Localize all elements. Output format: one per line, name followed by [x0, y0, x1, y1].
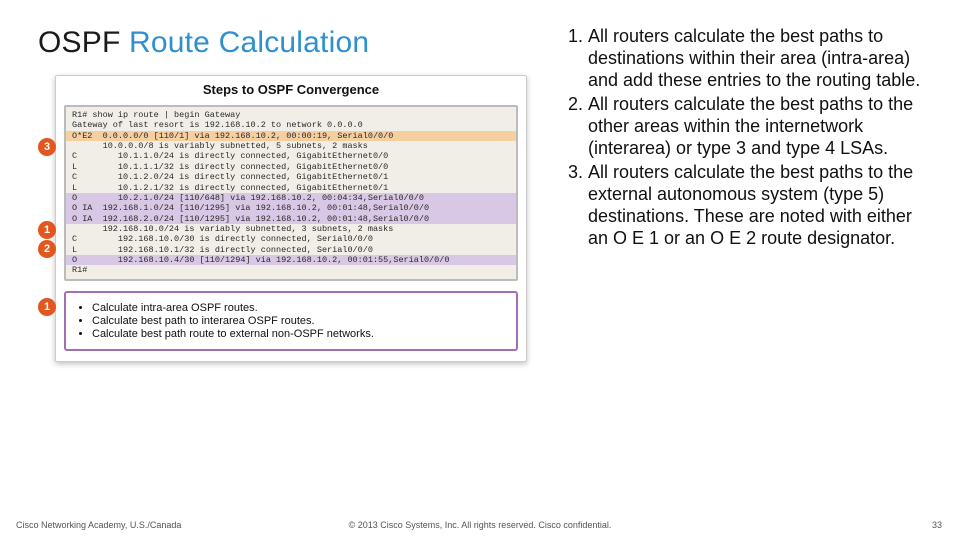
terminal-line: O IA 192.168.2.0/24 [110/1295] via 192.1… [66, 214, 516, 224]
terminal-line: O 192.168.10.4/30 [110/1294] via 192.168… [66, 255, 516, 265]
content-panel: Steps to OSPF Convergence R1# show ip ro… [55, 75, 527, 362]
terminal-line: L 192.168.10.1/32 is directly connected,… [66, 245, 516, 255]
footer-right: 33 [932, 520, 942, 530]
terminal-line: C 10.1.1.0/24 is directly connected, Gig… [66, 151, 516, 161]
step-item: All routers calculate the best paths to … [588, 162, 930, 250]
step-item: All routers calculate the best paths to … [588, 26, 930, 92]
terminal-line: 10.0.0.0/8 is variably subnetted, 5 subn… [66, 141, 516, 151]
title-dark: OSPF [38, 26, 129, 59]
steps-ol: All routers calculate the best paths to … [560, 26, 930, 250]
slide: OSPF Route Calculation Steps to OSPF Con… [0, 0, 960, 540]
terminal-output: R1# show ip route | begin GatewayGateway… [64, 105, 518, 281]
terminal-line: 192.168.10.0/24 is variably subnetted, 3… [66, 224, 516, 234]
step-badge: 1 [38, 221, 56, 239]
bullets-list: Calculate intra-area OSPF routes.Calcula… [76, 302, 506, 340]
terminal-line: O*E2 0.0.0.0/0 [110/1] via 192.168.10.2,… [66, 131, 516, 141]
terminal-line: L 10.1.1.1/32 is directly connected, Gig… [66, 162, 516, 172]
terminal-line: R1# [66, 265, 516, 275]
terminal-line: Gateway of last resort is 192.168.10.2 t… [66, 120, 516, 130]
step-badge: 2 [38, 240, 56, 258]
terminal-line: L 10.1.2.1/32 is directly connected, Gig… [66, 183, 516, 193]
terminal-line: R1# show ip route | begin Gateway [66, 110, 516, 120]
footer-mid: © 2013 Cisco Systems, Inc. All rights re… [0, 520, 960, 530]
terminal-line: O IA 192.168.1.0/24 [110/1295] via 192.1… [66, 203, 516, 213]
panel-header: Steps to OSPF Convergence [56, 76, 526, 105]
bullet-item: Calculate intra-area OSPF routes. [92, 302, 506, 314]
terminal-line: O 10.2.1.0/24 [110/648] via 192.168.10.2… [66, 193, 516, 203]
title-blue: Route Calculation [129, 26, 369, 59]
step-item: All routers calculate the best paths to … [588, 94, 930, 160]
step-badge: 1 [38, 298, 56, 316]
terminal-line: C 10.1.2.0/24 is directly connected, Gig… [66, 172, 516, 182]
steps-list: All routers calculate the best paths to … [560, 26, 930, 252]
bullets-box: Calculate intra-area OSPF routes.Calcula… [64, 291, 518, 351]
step-badge: 3 [38, 138, 56, 156]
bullet-item: Calculate best path route to external no… [92, 328, 506, 340]
slide-title: OSPF Route Calculation [38, 26, 369, 60]
terminal-line: C 192.168.10.0/30 is directly connected,… [66, 234, 516, 244]
bullet-item: Calculate best path to interarea OSPF ro… [92, 315, 506, 327]
